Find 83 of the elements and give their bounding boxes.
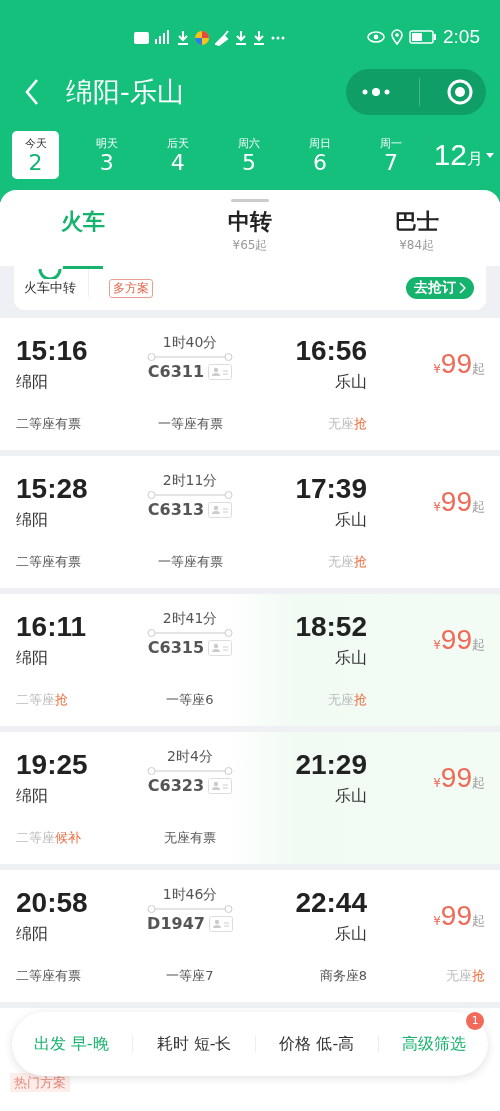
- duration: 2时41分: [162, 610, 218, 628]
- seat-availability: 无座抢: [328, 415, 367, 433]
- id-card-icon: [208, 639, 233, 656]
- plan-tag: 多方案: [109, 278, 153, 298]
- price: ¥99起: [433, 347, 485, 380]
- transfer-icon: [37, 269, 63, 279]
- id-card-icon: [208, 915, 233, 932]
- departure-station: 绵阳: [16, 510, 48, 531]
- date-tab[interactable]: 今天 2: [12, 131, 60, 179]
- transport-tab[interactable]: 中转 ¥65起: [166, 207, 334, 269]
- seat-availability: 无座抢: [328, 553, 367, 571]
- chevron-right-icon: [459, 282, 466, 294]
- arrival-station: 乐山: [335, 510, 367, 531]
- eye-icon: [367, 31, 385, 43]
- back-icon[interactable]: [24, 78, 40, 106]
- transfer-card[interactable]: 火车中转 多方案 去抢订: [14, 266, 486, 310]
- arrival-time: 18:52: [295, 610, 367, 644]
- transfer-label: 火车中转: [24, 279, 76, 297]
- train-card[interactable]: 20:58 绵阳 1时46分 D1947 22:44 乐山 ¥99起 二等座有票 一等座7 商务座8 无座抢: [0, 870, 500, 1002]
- duration: 2时11分: [162, 472, 218, 490]
- arrival-time: 16:56: [295, 334, 367, 368]
- departure-station: 绵阳: [16, 924, 48, 945]
- duration: 1时46分: [162, 886, 218, 904]
- id-card-icon: [208, 777, 233, 794]
- filter-option[interactable]: 耗时 短-长: [156, 1033, 232, 1055]
- arrival-station: 乐山: [335, 648, 367, 669]
- seat-availability: 一等座6: [166, 691, 214, 709]
- train-number[interactable]: C6311: [147, 362, 205, 381]
- id-card-icon: [208, 363, 233, 380]
- arrival-station: 乐山: [335, 372, 367, 393]
- departure-time: 16:11: [16, 610, 87, 644]
- seat-availability: 无座抢: [446, 967, 485, 985]
- download-icon: [235, 30, 247, 46]
- departure-station: 绵阳: [16, 648, 48, 669]
- arrival-station: 乐山: [335, 924, 367, 945]
- train-number[interactable]: C6315: [147, 638, 205, 657]
- arrival-time: 17:39: [295, 472, 367, 506]
- train-card[interactable]: 16:11 绵阳 2时41分 C6315 18:52 乐山 ¥99起 二等座抢 一等座6 无座抢: [0, 594, 500, 726]
- id-card-icon: [208, 501, 233, 518]
- train-card[interactable]: 15:28 绵阳 2时11分 C6313 17:39 乐山 ¥99起 二等座有票 一等座有票 无座抢: [0, 456, 500, 588]
- filter-option[interactable]: 价格 低-高: [279, 1033, 355, 1055]
- train-card[interactable]: 15:16 绵阳 1时40分 C6311 16:56 乐山 ¥99起 二等座有票 一等座有票 无座抢: [0, 318, 500, 450]
- more-icon: [271, 36, 285, 40]
- clock-time: 2:05: [443, 26, 480, 48]
- duration: 1时40分: [162, 334, 218, 352]
- seat-availability: 二等座有票: [16, 415, 81, 433]
- arrival-time: 22:44: [295, 886, 367, 920]
- seat-availability: 商务座8: [319, 967, 367, 985]
- price: ¥99起: [433, 899, 485, 932]
- app-icon: [195, 30, 209, 46]
- duration: 2时4分: [167, 748, 213, 766]
- train-number[interactable]: C6323: [147, 776, 205, 795]
- seat-availability: 无座抢: [328, 691, 367, 709]
- route-title: 绵阳-乐山: [66, 75, 185, 109]
- train-card[interactable]: 19:25 绵阳 2时4分 C6323 21:29 乐山 ¥99起 二等座候补 无座有票: [0, 732, 500, 864]
- seat-availability: 二等座抢: [16, 691, 68, 709]
- caret-icon: [486, 152, 495, 158]
- price: ¥99起: [433, 623, 485, 656]
- departure-time: 19:25: [16, 748, 88, 782]
- location-icon: [391, 29, 403, 45]
- seat-availability: 二等座候补: [16, 829, 81, 847]
- arrival-time: 21:29: [295, 748, 367, 782]
- seat-availability: 二等座有票: [16, 553, 81, 571]
- seat-availability: 一等座7: [166, 967, 214, 985]
- departure-time: 20:58: [16, 886, 88, 920]
- price: ¥99起: [433, 761, 485, 794]
- train-number[interactable]: C6313: [147, 500, 205, 519]
- download-icon: [253, 30, 265, 46]
- seat-availability: 一等座有票: [157, 415, 223, 433]
- departure-time: 15:28: [16, 472, 88, 506]
- transport-tab[interactable]: 巴士 ¥84起: [333, 207, 500, 269]
- departure-time: 15:16: [16, 334, 88, 368]
- price: ¥99起: [433, 485, 485, 518]
- seat-availability: 二等座有票: [16, 967, 81, 985]
- signal-icon: [155, 30, 171, 46]
- seat-availability: 一等座有票: [157, 553, 223, 571]
- seat-availability: 无座有票: [164, 829, 216, 847]
- departure-station: 绵阳: [16, 372, 48, 393]
- train-number[interactable]: D1947: [147, 914, 205, 933]
- battery-icon: [409, 30, 437, 44]
- departure-station: 绵阳: [16, 786, 48, 807]
- download-icon: [177, 30, 189, 46]
- arrival-station: 乐山: [335, 786, 367, 807]
